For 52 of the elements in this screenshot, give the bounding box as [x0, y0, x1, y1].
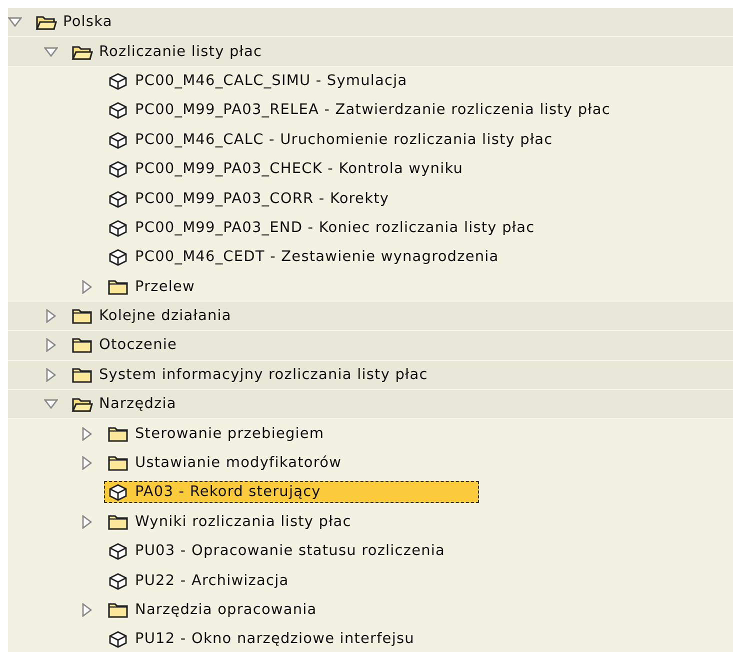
- tree-node[interactable]: PC00_M99_PA03_END - Koniec rozliczania listy płac: [104, 216, 542, 239]
- open-folder-icon: [35, 13, 57, 32]
- cube-icon: [107, 160, 129, 178]
- tree-node[interactable]: Narzędzia opracowania: [104, 599, 324, 621]
- expand-arrow-icon[interactable]: [80, 456, 94, 470]
- expand-arrow-icon[interactable]: [44, 338, 58, 352]
- folder-icon: [107, 424, 129, 443]
- tree-node[interactable]: PU12 - Okno narzędziowe interfejsu: [104, 628, 422, 650]
- folder-icon: [107, 512, 129, 531]
- tree-node[interactable]: Narzędzia: [68, 393, 184, 416]
- expand-arrow-icon[interactable]: [80, 514, 94, 529]
- tree-node[interactable]: PU22 - Archiwizacja: [104, 570, 296, 592]
- tree-node[interactable]: Polska: [32, 11, 120, 34]
- tree-node[interactable]: PC00_M46_CALC - Uruchomienie rozliczania listy płac: [104, 128, 560, 151]
- folder-icon: [107, 601, 129, 619]
- tree-node[interactable]: Ustawianie modyfikatorów: [104, 452, 349, 474]
- collapse-arrow-icon[interactable]: [44, 397, 58, 412]
- collapse-arrow-icon[interactable]: [44, 44, 58, 59]
- folder-icon: [107, 278, 129, 296]
- tree-node[interactable]: Przelew: [104, 276, 202, 298]
- cube-icon: [107, 248, 129, 266]
- tree-node[interactable]: Kolejne działania: [68, 305, 238, 328]
- tree-node[interactable]: Sterowanie przebiegiem: [104, 422, 332, 445]
- tree-node[interactable]: PC00_M46_CEDT - Zestawienie wynagrodzenia: [104, 246, 506, 268]
- expand-arrow-icon[interactable]: [44, 368, 58, 382]
- cube-icon: [107, 483, 129, 502]
- folder-icon: [71, 307, 93, 326]
- folder-icon: [71, 366, 93, 384]
- folder-icon: [107, 454, 129, 472]
- tree-node[interactable]: PA03 - Rekord sterujący: [104, 481, 479, 504]
- tree-node[interactable]: PC00_M99_PA03_RELEA - Zatwierdzanie rozliczenia listy płac: [104, 99, 618, 122]
- folder-icon: [71, 336, 93, 354]
- cube-icon: [107, 630, 129, 648]
- cube-icon: [107, 542, 129, 560]
- tree-node[interactable]: Otoczenie: [68, 334, 184, 356]
- tree-node[interactable]: PC00_M99_PA03_CORR - Korekty: [104, 188, 396, 210]
- cube-icon: [107, 72, 129, 90]
- expand-arrow-icon[interactable]: [80, 426, 94, 441]
- cube-icon: [107, 130, 129, 149]
- expand-arrow-icon[interactable]: [80, 603, 94, 617]
- collapse-arrow-icon[interactable]: [8, 15, 22, 30]
- cube-icon: [107, 572, 129, 590]
- tree-node[interactable]: PC00_M46_CALC_SIMU - Symulacja: [104, 70, 414, 92]
- cube-icon: [107, 190, 129, 208]
- cube-icon: [107, 218, 129, 237]
- tree-node[interactable]: PC00_M99_PA03_CHECK - Kontrola wyniku: [104, 158, 470, 180]
- expand-arrow-icon[interactable]: [44, 309, 58, 324]
- cube-icon: [107, 101, 129, 120]
- open-folder-icon: [71, 395, 93, 414]
- expand-arrow-icon[interactable]: [80, 280, 94, 294]
- tree-node[interactable]: PU03 - Opracowanie statusu rozliczenia: [104, 540, 452, 562]
- tree-node[interactable]: Wyniki rozliczania listy płac: [104, 510, 358, 533]
